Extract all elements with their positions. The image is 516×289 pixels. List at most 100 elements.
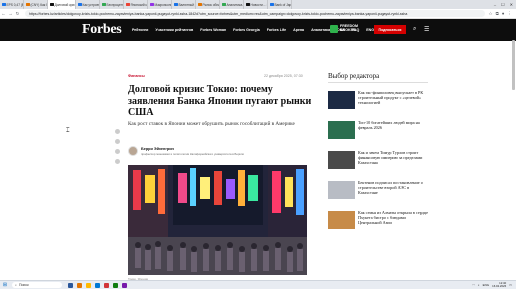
site-nav-item[interactable]: Forbes Life — [267, 28, 286, 32]
share-telegram-icon[interactable] — [115, 139, 120, 144]
article-category[interactable]: Финансы — [128, 74, 145, 78]
editor-pick-title[interactable]: Бектенов подписал постановление о строит… — [358, 180, 428, 195]
mouse-cursor: ⌶ — [66, 128, 70, 134]
tab-title: Долговой кризис Токио: почему — [54, 2, 76, 7]
tab-favicon-icon — [102, 2, 106, 7]
browser-menu-icon[interactable]: ⋮ — [508, 11, 513, 17]
site-nav-item[interactable]: Аналитика — [311, 28, 330, 32]
site-nav-item[interactable]: Forbes Woman — [200, 28, 226, 32]
wifi-icon[interactable]: ◠ — [472, 283, 475, 287]
tab-title: Новости... — [250, 2, 266, 7]
editor-pick-item[interactable]: Как семья из Алматы открыла в сердце Пху… — [328, 210, 428, 231]
hamburger-menu-icon[interactable]: ☰ — [424, 26, 429, 33]
article-photo — [128, 165, 307, 275]
site-nav-item[interactable]: ENG — [366, 28, 374, 32]
site-nav-item[interactable]: Арена — [293, 28, 304, 32]
taskbar-search-icon: ⌕ — [15, 283, 17, 287]
tokio-street-photo — [128, 165, 307, 275]
browser-tab[interactable]: Беспроцентная ставка...× — [100, 0, 124, 9]
page-scrollbar[interactable] — [512, 40, 515, 90]
browser-tab[interactable]: Новости...× — [244, 0, 268, 9]
volume-icon[interactable]: ◖ — [478, 283, 480, 287]
taskbar-app-icon[interactable] — [113, 282, 118, 288]
forward-icon[interactable]: → — [7, 11, 14, 16]
site-header: Forbes Рейтинги Участники рейтингов Forbes… — [0, 19, 516, 41]
taskbar-app-icon[interactable] — [104, 282, 109, 288]
article-date: 22 декабря 2025, 07:30 — [264, 74, 303, 78]
extensions-icon[interactable]: ⧉ — [496, 11, 499, 17]
tab-title: (CNY) Как Япон — [30, 2, 48, 7]
freedom-broker-logo[interactable]: FREEDOM BROKER — [330, 24, 358, 33]
editor-pick-thumbnail[interactable] — [328, 91, 355, 109]
site-nav-item[interactable]: Рейтинги — [132, 28, 148, 32]
editor-pick-thumbnail[interactable] — [328, 211, 355, 229]
freedom-mark-icon — [330, 25, 338, 33]
tab-favicon-icon — [222, 2, 226, 7]
tab-favicon-icon — [174, 2, 178, 7]
editor-pick-item[interactable]: Как и зачем Тимур Турлов строит финансов… — [328, 150, 428, 171]
minimize-icon[interactable]: – — [494, 2, 496, 7]
search-icon[interactable]: ⌕ — [413, 26, 416, 33]
partner-line2: BROKER — [340, 28, 356, 32]
tab-favicon-icon — [26, 2, 30, 7]
tab-title: Валютный рынок... — [178, 2, 196, 7]
tab-favicon-icon — [2, 2, 6, 7]
browser-tab[interactable]: Валютный рынок...× — [172, 0, 196, 9]
editor-pick-title[interactable]: Как семья из Алматы открыла в сердце Пху… — [358, 210, 428, 225]
browser-tab[interactable]: Как устроен и финансовый кризи...× — [76, 0, 100, 9]
taskbar-app-icon[interactable] — [95, 282, 100, 288]
language-indicator[interactable]: ENG — [483, 283, 490, 287]
url-field[interactable]: https://forbes.kz/articles/dolgovoy-kriz… — [25, 10, 485, 17]
share-buttons — [115, 129, 120, 164]
browser-tab[interactable]: Bank of Japan...× — [268, 0, 292, 9]
close-window-icon[interactable]: ✕ — [510, 2, 513, 7]
editor-pick-thumbnail[interactable] — [328, 151, 355, 169]
taskbar-app-icon[interactable] — [122, 282, 127, 288]
back-icon[interactable]: ← — [0, 11, 7, 16]
editor-pick-title[interactable]: Как и зачем Тимур Турлов строит финансов… — [358, 150, 428, 165]
reload-icon[interactable]: ↻ — [14, 11, 21, 17]
clock[interactable]: 12:40 16.02.2026 — [492, 281, 506, 288]
tab-title: Bank of Japan... — [274, 2, 292, 7]
editor-pick-thumbnail[interactable] — [328, 121, 355, 139]
tab-favicon-icon — [50, 2, 54, 7]
notifications-icon[interactable]: ▭ — [509, 283, 512, 287]
browser-tab[interactable]: Рынок облигаций...× — [196, 0, 220, 9]
editor-pick-title[interactable]: Топ-10 богатейших людей мира на февраль … — [358, 120, 428, 131]
share-facebook-icon[interactable] — [115, 129, 120, 134]
article-headline: Долговой кризис Токио: почему заявления … — [128, 84, 312, 118]
share-whatsapp-icon[interactable] — [115, 149, 120, 154]
taskbar-app-icon[interactable] — [86, 282, 91, 288]
subscribe-button[interactable]: Подписаться — [374, 25, 406, 34]
taskbar-search[interactable]: ⌕ Поиск — [12, 282, 62, 288]
address-bar-icons: ☆ ⧉ ● ⋮ — [489, 11, 516, 17]
maximize-icon[interactable]: ☐ — [501, 2, 505, 7]
editor-pick-title[interactable]: Как экс-финполовец выпускает в РК строит… — [358, 90, 428, 105]
browser-tab[interactable]: (CNY) Как Япон× — [24, 0, 48, 9]
tab-title: Макроэкономика... — [154, 2, 172, 7]
windows-taskbar: ⊞ ⌕ Поиск ◠ ◖ ENG 12:40 16.02.2026 ▭ — [0, 280, 516, 289]
browser-tab[interactable]: Аналитика...× — [220, 0, 244, 9]
window-controls: – ☐ ✕ — [493, 0, 516, 9]
site-nav-item[interactable]: Forbes Georgia — [233, 28, 260, 32]
browser-tab[interactable]: Макроэкономика...× — [148, 0, 172, 9]
profile-icon[interactable]: ● — [502, 11, 505, 17]
editor-pick-item[interactable]: Топ-10 богатейших людей мира на февраль … — [328, 120, 428, 141]
editor-pick-item[interactable]: Как экс-финполовец выпускает в РК строит… — [328, 90, 428, 111]
tab-favicon-icon — [270, 2, 274, 7]
bookmark-star-icon[interactable]: ☆ — [489, 11, 493, 17]
browser-tab[interactable]: Японский кризис и ...× — [124, 0, 148, 9]
editor-pick-thumbnail[interactable] — [328, 181, 355, 199]
site-nav-item[interactable]: Участники рейтингов — [155, 28, 193, 32]
author-avatar[interactable] — [128, 146, 138, 156]
editor-pick-item[interactable]: Бектенов подписал постановление о строит… — [328, 180, 428, 201]
taskbar-app-icon[interactable] — [77, 282, 82, 288]
taskbar-app-icon[interactable] — [68, 282, 73, 288]
forbes-logo[interactable]: Forbes — [82, 22, 122, 38]
browser-tab[interactable]: Долговой кризис Токио: почему× — [48, 0, 76, 9]
windows-start-icon[interactable]: ⊞ — [0, 282, 10, 288]
browser-tab[interactable]: EPS 0,47 ($0× — [0, 0, 24, 9]
article-lead: Как рост ставок в Японии может обрушить … — [128, 121, 295, 127]
share-link-icon[interactable] — [115, 159, 120, 164]
author-name[interactable]: Берри Эйхенгрин — [141, 147, 174, 151]
